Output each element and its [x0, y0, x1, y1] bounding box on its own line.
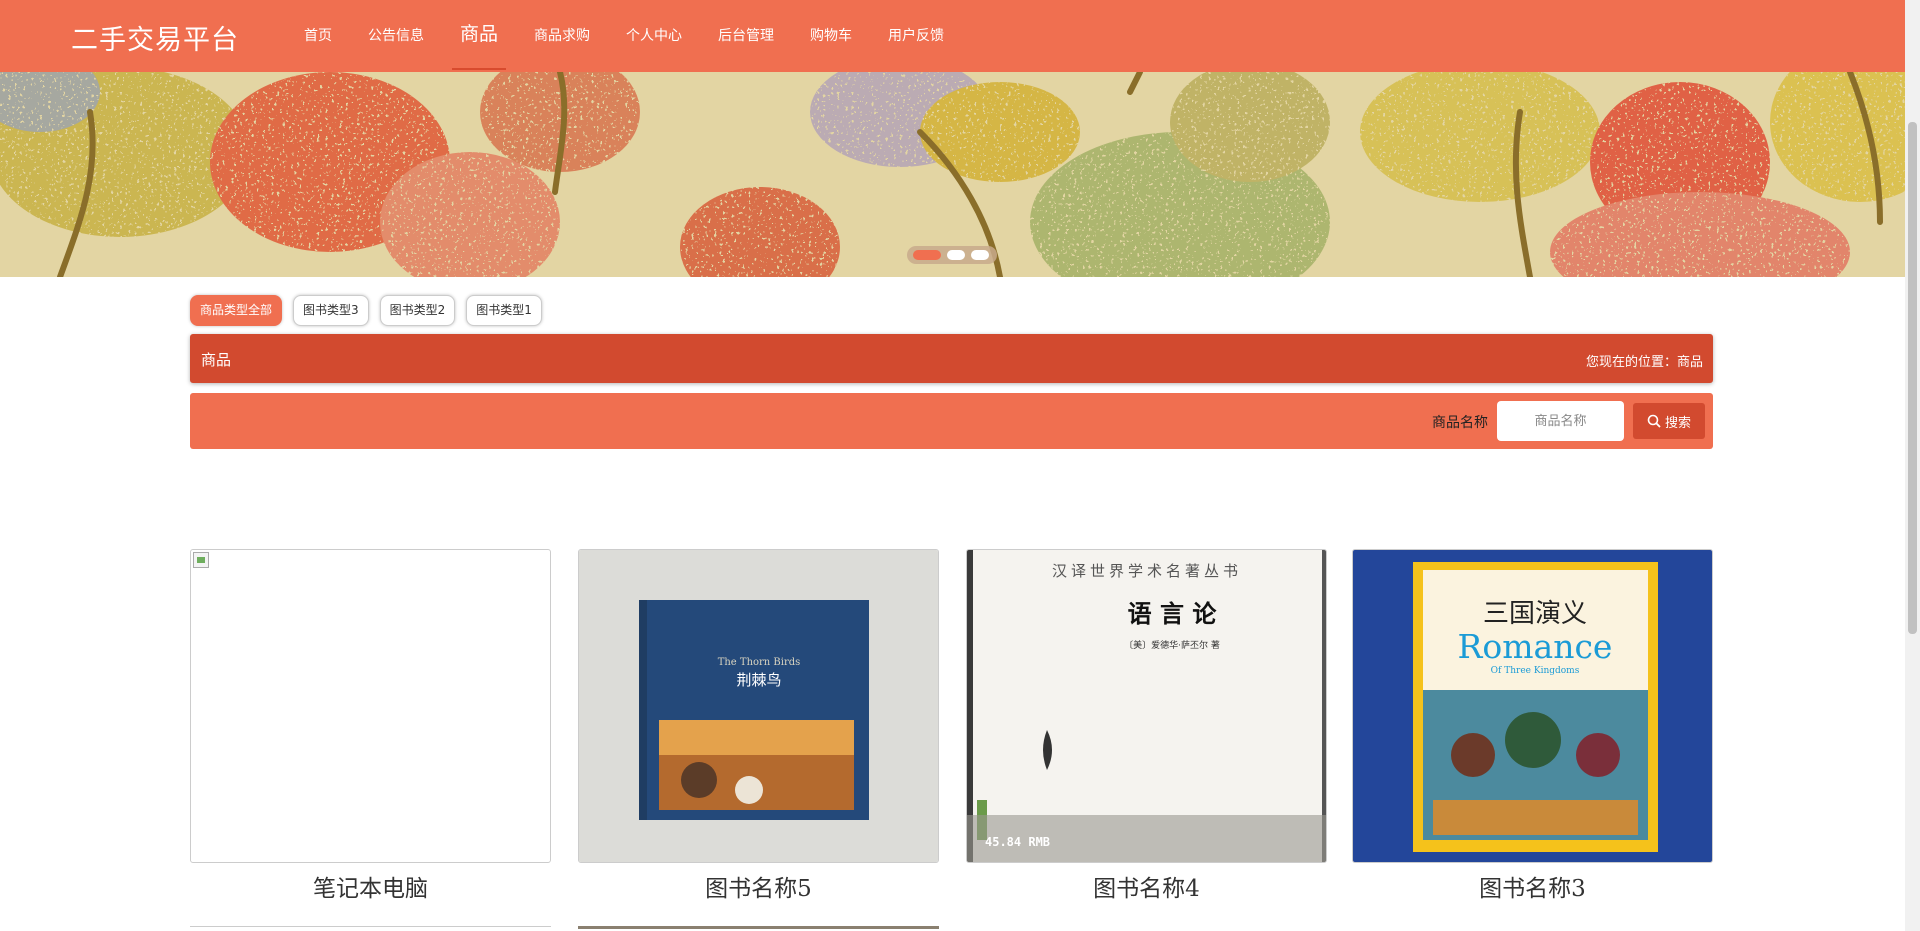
product-card[interactable]: 三国演义 Romance Of Three Kingdoms 图书名称3: [1352, 549, 1713, 903]
nav-item-feedback[interactable]: 用户反馈: [870, 0, 962, 72]
svg-text:45.84 RMB: 45.84 RMB: [985, 835, 1050, 849]
svg-text:汉译世界学术名著丛书: 汉译世界学术名著丛书: [1052, 562, 1242, 580]
section-title: 商品: [201, 351, 232, 369]
product-name[interactable]: 图书名称5: [578, 869, 939, 903]
broken-image-icon: [193, 552, 209, 568]
svg-text:语 言 论: 语 言 论: [1128, 599, 1218, 628]
category-tag-2[interactable]: 图书类型2: [379, 295, 456, 326]
svg-text:The Thorn Birds: The Thorn Birds: [718, 657, 801, 668]
product-image[interactable]: 汉译世界学术名著丛书 语 言 论 〔美〕爱德华·萨丕尔 著 45.84 RMB: [966, 549, 1327, 863]
search-label: 商品名称: [1432, 415, 1488, 431]
book-cover-thorn-birds: The Thorn Birds 荆棘鸟: [579, 550, 938, 862]
top-navbar: 二手交易平台 首页 公告信息 商品 商品求购 个人中心 后台管理 购物车 用户反…: [0, 0, 1905, 72]
search-button[interactable]: 搜索: [1633, 403, 1705, 439]
svg-text:〔美〕爱德华·萨丕尔 著: 〔美〕爱德华·萨丕尔 著: [1124, 639, 1220, 651]
nav-item-cart[interactable]: 购物车: [792, 0, 870, 72]
product-card[interactable]: 汉译世界学术名著丛书 语 言 论 〔美〕爱德华·萨丕尔 著 45.84 RMB …: [966, 549, 1327, 903]
svg-text:Of Three Kingdoms: Of Three Kingdoms: [1491, 666, 1580, 676]
banner-carousel[interactable]: [0, 72, 1905, 277]
carousel-indicators: [907, 246, 997, 264]
product-name[interactable]: 笔记本电脑: [190, 869, 551, 903]
nav-item-admin[interactable]: 后台管理: [700, 0, 792, 72]
nav-item-notices[interactable]: 公告信息: [350, 0, 442, 72]
section-title-bar: 商品 您现在的位置：商品: [190, 334, 1713, 383]
search-icon: [1647, 414, 1661, 428]
search-button-label: 搜索: [1664, 415, 1691, 431]
product-card-row2: [578, 926, 939, 931]
category-tag-3[interactable]: 图书类型3: [293, 295, 369, 326]
nav-item-wanted[interactable]: 商品求购: [516, 0, 608, 72]
product-name[interactable]: 图书名称3: [1352, 869, 1713, 903]
nav-item-home[interactable]: 首页: [286, 0, 350, 72]
svg-text:荆棘鸟: 荆棘鸟: [736, 671, 781, 689]
product-image[interactable]: The Thorn Birds 荆棘鸟: [578, 549, 939, 863]
nav-item-profile[interactable]: 个人中心: [608, 0, 700, 72]
search-bar: 商品名称 搜索: [190, 393, 1713, 449]
breadcrumb: 您现在的位置：商品: [1585, 355, 1703, 370]
book-cover-language: 汉译世界学术名著丛书 语 言 论 〔美〕爱德华·萨丕尔 著 45.84 RMB: [967, 550, 1326, 862]
product-card[interactable]: The Thorn Birds 荆棘鸟 图书名称5: [578, 549, 939, 903]
carousel-dot[interactable]: [947, 250, 965, 260]
svg-text:Romance: Romance: [1458, 627, 1613, 666]
book-cover-three-kingdoms: 三国演义 Romance Of Three Kingdoms: [1353, 550, 1712, 862]
svg-text:三国演义: 三国演义: [1483, 599, 1587, 629]
page: 二手交易平台 首页 公告信息 商品 商品求购 个人中心 后台管理 购物车 用户反…: [0, 0, 1920, 931]
search-input[interactable]: [1497, 401, 1624, 441]
main-nav: 首页 公告信息 商品 商品求购 个人中心 后台管理 购物车 用户反馈: [286, 0, 962, 72]
page-scrollbar[interactable]: [1905, 0, 1920, 931]
product-name[interactable]: 图书名称4: [966, 869, 1327, 903]
product-card[interactable]: 笔记本电脑: [190, 549, 551, 903]
category-tag-1[interactable]: 图书类型1: [466, 295, 542, 326]
nav-item-products[interactable]: 商品: [442, 0, 516, 72]
scrollbar-thumb[interactable]: [1908, 122, 1917, 634]
site-logo[interactable]: 二手交易平台: [71, 18, 239, 57]
category-tags: 商品类型全部 图书类型3 图书类型2 图书类型1: [190, 295, 542, 326]
product-card-row2: [190, 926, 551, 931]
product-image[interactable]: 三国演义 Romance Of Three Kingdoms: [1352, 549, 1713, 863]
carousel-dot[interactable]: [971, 250, 989, 260]
category-tag-all[interactable]: 商品类型全部: [190, 295, 283, 326]
carousel-dot[interactable]: [913, 250, 941, 260]
product-image[interactable]: [190, 549, 551, 863]
